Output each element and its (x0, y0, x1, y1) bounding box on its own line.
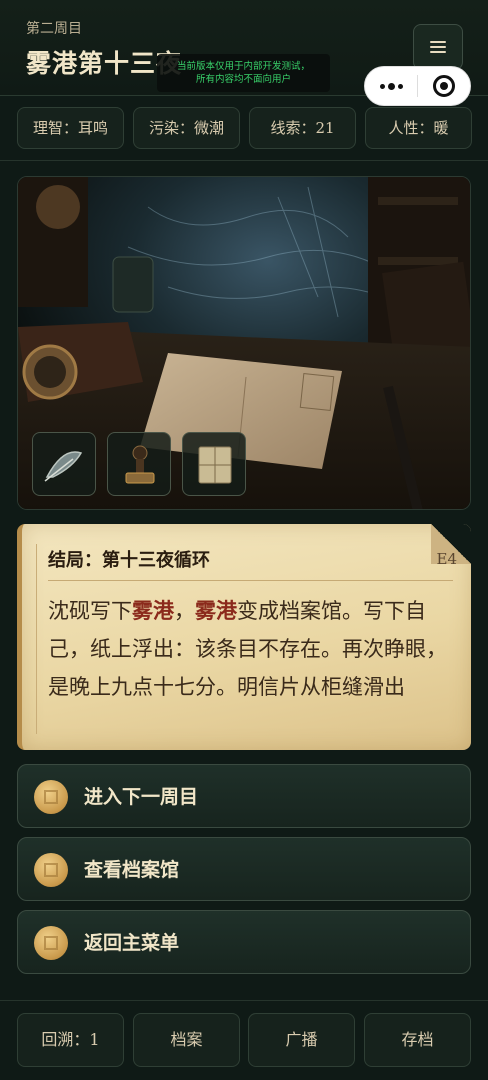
archive-icon (34, 853, 68, 887)
broadcast-button[interactable]: 广播 (248, 1013, 355, 1067)
menu-button[interactable] (413, 24, 463, 70)
chapter-label: 第二周目 (26, 21, 82, 37)
ending-card: 结局：第十三夜循环 E4 沈砚写下雾港，雾港变成档案馆。写下自己，纸上浮出：该条… (17, 524, 471, 750)
highlight-keyword: 雾港 (132, 598, 174, 623)
home-icon (34, 926, 68, 960)
view-archive-button[interactable]: 查看档案馆 (17, 837, 471, 901)
status-bar: 理智：耳鸣 污染：微潮 线索：21 人性：暖 (17, 107, 472, 149)
hamburger-icon (430, 41, 446, 53)
inventory-slot-stamp[interactable] (107, 432, 171, 496)
inventory-slot-feather[interactable] (32, 432, 96, 496)
dev-notice-line1: 当前版本仅用于内部开发测试， (176, 61, 310, 72)
archive-button[interactable]: 档案 (133, 1013, 240, 1067)
scene-illustration (17, 176, 471, 510)
stat-humanity: 人性：暖 (365, 107, 472, 149)
stat-clues: 线索：21 (249, 107, 356, 149)
hourglass-icon (34, 780, 68, 814)
divider (0, 160, 488, 161)
envelope-icon (198, 446, 232, 484)
ending-code: E4 (436, 550, 458, 568)
save-button[interactable]: 存档 (364, 1013, 471, 1067)
inventory-slot-envelope[interactable] (182, 432, 246, 496)
miniprogram-capsule (364, 66, 471, 106)
target-icon (433, 75, 455, 97)
more-options-button[interactable] (365, 67, 417, 105)
ending-title: 结局：第十三夜循环 (48, 550, 210, 571)
stat-pollution: 污染：微潮 (133, 107, 240, 149)
stat-sanity: 理智：耳鸣 (17, 107, 124, 149)
close-miniprogram-button[interactable] (418, 67, 470, 105)
dev-notice-line2: 所有内容均不面向用户 (195, 74, 291, 85)
rewind-counter-button[interactable]: 回溯：1 (17, 1013, 124, 1067)
highlight-keyword: 雾港 (195, 598, 237, 623)
main-menu-button[interactable]: 返回主菜单 (17, 910, 471, 974)
more-dots-icon (379, 83, 385, 89)
ending-text: 沈砚写下雾港，雾港变成档案馆。写下自己，纸上浮出：该条目不存在。再次睁眼，是晚上… (48, 598, 447, 699)
feather-icon (44, 451, 83, 482)
next-cycle-button[interactable]: 进入下一周目 (17, 764, 471, 828)
dev-notice-banner: 当前版本仅用于内部开发测试， 所有内容均不面向用户 (157, 54, 330, 92)
stamp-icon (125, 445, 155, 484)
